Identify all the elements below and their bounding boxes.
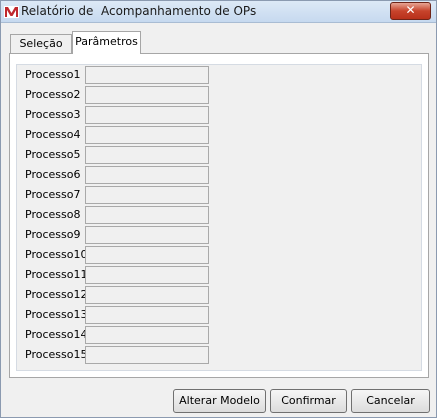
process-12-input[interactable]	[85, 286, 209, 304]
process-row: Processo11	[17, 265, 217, 285]
process-label: Processo10	[25, 248, 88, 261]
process-5-input[interactable]	[85, 146, 209, 164]
tab-panel-parametros: Processo1 Processo2 Processo3 Processo4 …	[9, 53, 429, 378]
process-row: Processo9	[17, 225, 217, 245]
process-row: Processo6	[17, 165, 217, 185]
dialog-window: Relatório de Acompanhamento de OPs ✕ Sel…	[0, 0, 437, 418]
process-label: Processo8	[25, 208, 81, 221]
process-group-box: Processo1 Processo2 Processo3 Processo4 …	[16, 64, 422, 371]
process-label: Processo2	[25, 88, 81, 101]
process-row: Processo12	[17, 285, 217, 305]
process-row: Processo15	[17, 345, 217, 365]
process-15-input[interactable]	[85, 346, 209, 364]
process-row: Processo1	[17, 65, 217, 85]
process-label: Processo7	[25, 188, 81, 201]
process-1-input[interactable]	[85, 66, 209, 84]
alterar-modelo-button[interactable]: Alterar Modelo	[173, 389, 266, 413]
process-13-input[interactable]	[85, 306, 209, 324]
process-row: Processo3	[17, 105, 217, 125]
process-14-input[interactable]	[85, 326, 209, 344]
confirmar-button[interactable]: Confirmar	[270, 389, 347, 413]
process-row: Processo4	[17, 125, 217, 145]
process-10-input[interactable]	[85, 246, 209, 264]
process-row: Processo13	[17, 305, 217, 325]
window-title: Relatório de Acompanhamento de OPs	[21, 4, 257, 18]
tab-selecao[interactable]: Seleção	[10, 34, 72, 54]
process-4-input[interactable]	[85, 126, 209, 144]
process-label: Processo12	[25, 288, 88, 301]
process-label: Processo5	[25, 148, 81, 161]
process-label: Processo13	[25, 308, 88, 321]
cancelar-button[interactable]: Cancelar	[351, 389, 430, 413]
process-label: Processo6	[25, 168, 81, 181]
process-label: Processo4	[25, 128, 81, 141]
process-row: Processo2	[17, 85, 217, 105]
process-9-input[interactable]	[85, 226, 209, 244]
process-2-input[interactable]	[85, 86, 209, 104]
process-6-input[interactable]	[85, 166, 209, 184]
process-label: Processo14	[25, 328, 88, 341]
process-row: Processo14	[17, 325, 217, 345]
process-row: Processo5	[17, 145, 217, 165]
process-8-input[interactable]	[85, 206, 209, 224]
close-button[interactable]: ✕	[390, 2, 431, 20]
process-label: Processo1	[25, 68, 81, 81]
process-label: Processo3	[25, 108, 81, 121]
app-logo-icon	[4, 6, 19, 18]
process-row: Processo7	[17, 185, 217, 205]
process-label: Processo11	[25, 268, 88, 281]
process-label: Processo9	[25, 228, 81, 241]
process-label: Processo15	[25, 348, 88, 361]
process-row: Processo8	[17, 205, 217, 225]
process-11-input[interactable]	[85, 266, 209, 284]
process-row: Processo10	[17, 245, 217, 265]
tab-parametros[interactable]: Parâmetros	[72, 31, 141, 54]
process-7-input[interactable]	[85, 186, 209, 204]
title-bar[interactable]: Relatório de Acompanhamento de OPs ✕	[1, 1, 436, 23]
process-3-input[interactable]	[85, 106, 209, 124]
